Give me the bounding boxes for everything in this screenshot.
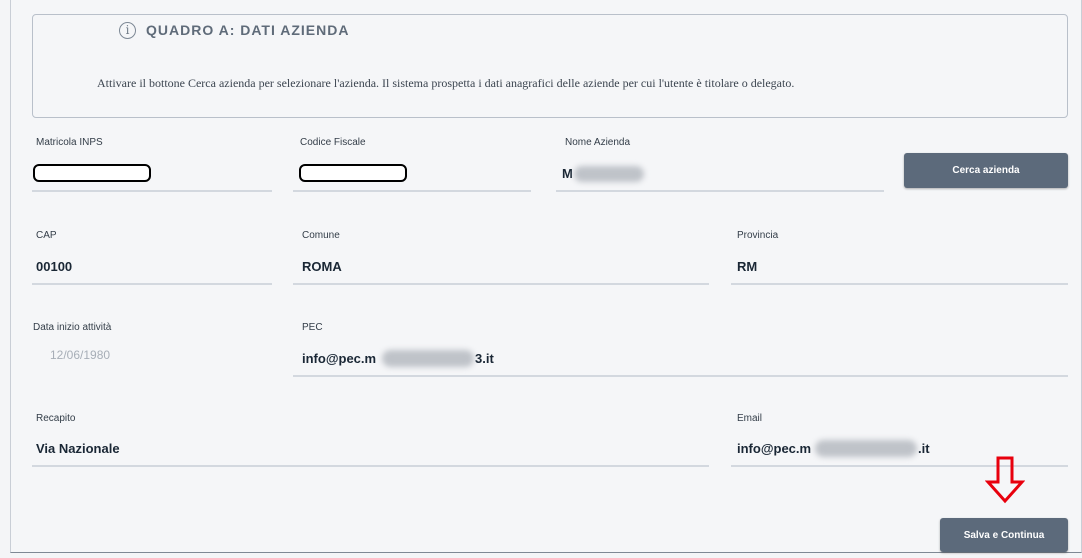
section-title: QUADRO A: DATI AZIENDA [146,22,350,38]
data-inizio-label: Data inizio attività [33,322,112,333]
provincia-field[interactable] [731,283,1068,285]
comune-label: Comune [302,230,340,241]
nome-azienda-redaction [574,166,644,182]
pec-redaction [382,350,474,367]
nome-azienda-value: M [562,166,573,181]
cap-field[interactable] [32,283,272,285]
data-inizio-value: 12/06/1980 [50,348,111,362]
codice-fiscale-field[interactable] [293,190,531,192]
comune-field[interactable] [293,283,709,285]
provincia-label: Provincia [737,230,779,241]
email-value-start: info@pec.m [737,441,812,456]
recapito-field[interactable] [32,465,709,467]
down-arrow-icon [985,456,1025,504]
nome-azienda-field[interactable] [556,190,884,192]
pec-field[interactable] [293,375,1068,377]
info-icon: i [119,21,136,39]
salva-continua-button[interactable]: Salva e Continua [940,518,1068,552]
recapito-label: Recapito [36,413,76,424]
comune-value: ROMA [302,259,342,274]
pec-value-end: 3.it [475,351,494,366]
cap-label: CAP [36,230,57,241]
cap-value: 00100 [36,259,73,274]
nome-azienda-label: Nome Azienda [565,137,631,148]
codice-fiscale-redaction [299,164,407,182]
cerca-azienda-button[interactable]: Cerca azienda [904,153,1068,188]
email-label: Email [737,413,763,424]
provincia-value: RM [737,259,758,274]
section-fieldset: i QUADRO A: DATI AZIENDA Attivare il bot… [32,14,1068,118]
matricola-redaction [33,164,151,182]
email-value-end: .it [918,441,930,456]
matricola-label: Matricola INPS [36,137,103,148]
section-info-text: Attivare il bottone Cerca azienda per se… [97,76,795,90]
matricola-field[interactable] [32,190,272,192]
pec-value-start: info@pec.m [302,351,377,366]
pec-label: PEC [302,322,323,333]
codice-fiscale-label: Codice Fiscale [300,137,366,148]
section-legend: i QUADRO A: DATI AZIENDA [105,17,364,43]
email-redaction [815,440,917,457]
recapito-value: Via Nazionale [36,441,120,456]
